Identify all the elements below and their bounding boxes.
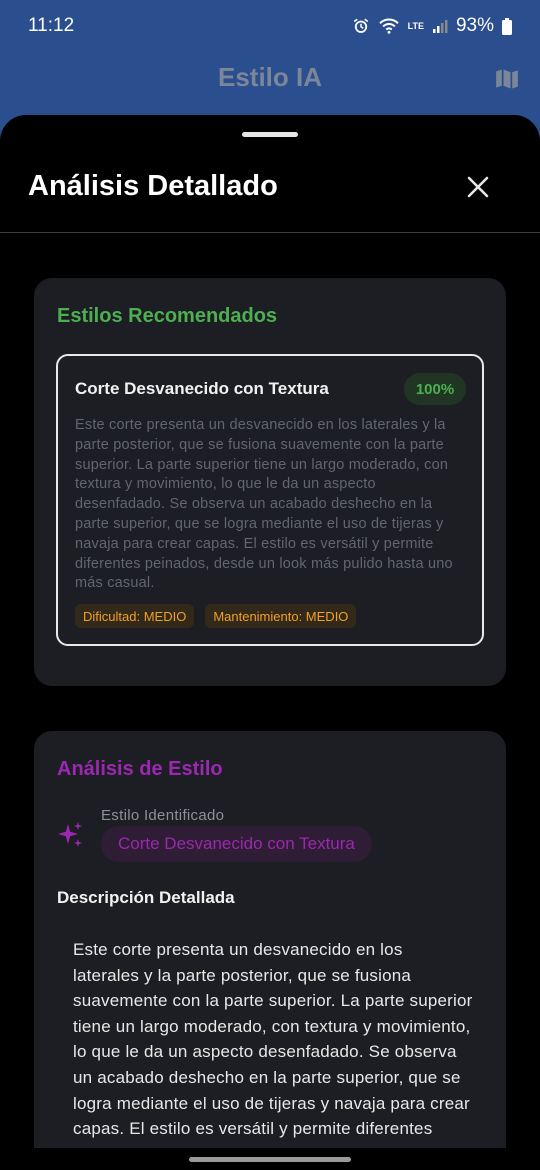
network-type: LTE <box>407 20 424 31</box>
match-badge: 100% <box>404 373 466 405</box>
section-title-recommended: Estilos Recomendados <box>57 305 278 327</box>
home-gesture-pill[interactable] <box>189 1157 351 1162</box>
style-name: Corte Desvanecido con Textura <box>75 379 329 398</box>
app-title: Estilo IA <box>217 62 322 92</box>
close-button[interactable] <box>462 173 494 205</box>
divider <box>0 232 540 233</box>
alarm-icon <box>352 17 370 35</box>
close-icon <box>467 176 489 203</box>
description-heading: Descripción Detallada <box>57 888 235 907</box>
status-bar: 11:12 LTE 93% <box>0 0 540 52</box>
maintenance-tag: Mantenimiento: MEDIO <box>205 604 357 628</box>
style-tags: Dificultad: MEDIO Mantenimiento: MEDIO <box>75 604 357 628</box>
identified-style-label: Estilo Identificado <box>101 807 225 824</box>
status-icons: LTE 93% <box>352 15 512 37</box>
sheet-title: Análisis Detallado <box>28 170 278 202</box>
recommended-style-item[interactable]: Corte Desvanecido con Textura 100% Este … <box>56 354 484 646</box>
style-description: Este corte presenta un desvanecido en lo… <box>75 417 453 592</box>
recommended-styles-card: Estilos Recomendados Corte Desvanecido c… <box>34 278 506 686</box>
description-body: Este corte presenta un desvanecido en lo… <box>73 940 473 1164</box>
identified-style-chip: Corte Desvanecido con Textura <box>101 826 372 862</box>
difficulty-tag: Dificultad: MEDIO <box>75 604 195 628</box>
bottom-sheet: Análisis Detallado Estilos Recomendados … <box>0 115 540 1170</box>
wifi-icon <box>378 17 400 35</box>
battery-percent: 93% <box>455 15 494 36</box>
battery-icon <box>502 17 512 35</box>
map-icon[interactable] <box>494 66 520 97</box>
signal-icon <box>432 18 448 34</box>
section-title-analysis: Análisis de Estilo <box>57 758 223 780</box>
sparkle-icon <box>57 821 85 854</box>
drag-handle[interactable] <box>242 132 298 137</box>
style-analysis-card: Análisis de Estilo Estilo Identificado C… <box>34 731 506 1170</box>
status-time: 11:12 <box>28 15 75 36</box>
